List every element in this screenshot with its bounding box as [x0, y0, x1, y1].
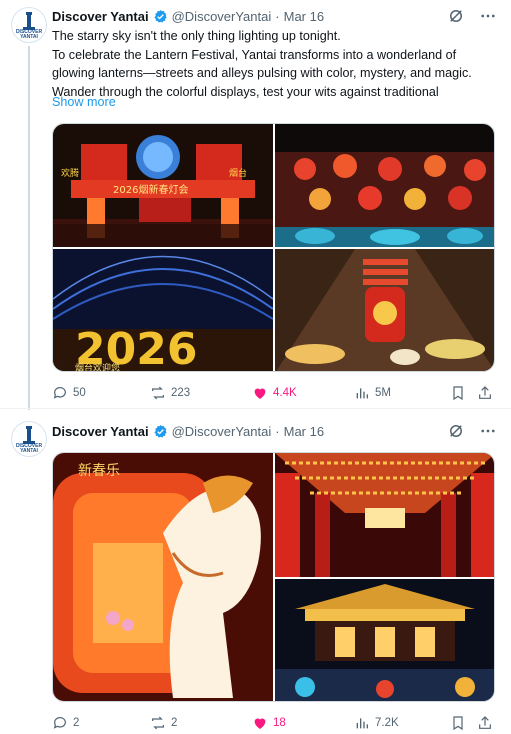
grok-icon[interactable]: [447, 422, 465, 440]
show-more-link[interactable]: Show more: [52, 95, 116, 109]
media-grid: 欢腾 烟台 2026烟新春灯会 2026 烟台欢迎您: [52, 123, 495, 372]
text-line: To celebrate the Lantern Festival, Yanta…: [52, 47, 457, 62]
reply-count: 50: [73, 387, 86, 399]
bookmark-button[interactable]: [450, 713, 466, 733]
photo-lantern-corridor[interactable]: [275, 453, 494, 577]
repost-button[interactable]: 2: [150, 713, 177, 733]
display-name[interactable]: Discover Yantai: [52, 9, 149, 24]
timestamp[interactable]: Mar 16: [284, 9, 324, 24]
year-subtitle: 烟台欢迎您: [75, 362, 120, 372]
text-line: glowing lanterns—streets and alleys puls…: [52, 66, 472, 80]
reply-icon: [53, 387, 66, 399]
action-bar: 50 223 4.4K 5M: [52, 383, 495, 403]
like-button[interactable]: 18: [252, 713, 286, 733]
like-count: 4.4K: [273, 387, 297, 399]
text-line: The starry sky isn't the only thing ligh…: [52, 29, 341, 43]
like-button[interactable]: 4.4K: [252, 383, 297, 403]
repost-icon: [152, 386, 164, 400]
share-icon: [479, 716, 491, 729]
bookmark-icon: [453, 386, 463, 401]
handle[interactable]: @DiscoverYantai: [172, 9, 272, 24]
like-icon: [254, 718, 266, 729]
bookmark-button[interactable]: [450, 383, 466, 403]
view-count: 7.2K: [375, 717, 399, 729]
gate-right-sign: 烟台: [229, 167, 247, 179]
grok-icon[interactable]: [447, 7, 465, 25]
views-icon: [356, 718, 368, 729]
media-grid: 新春乐: [52, 452, 495, 702]
display-name[interactable]: Discover Yantai: [52, 424, 149, 439]
photo-horse-lantern[interactable]: 新春乐: [53, 453, 273, 701]
avatar-text: YANTAI: [20, 34, 38, 40]
tweet[interactable]: DISCOVER YANTAI Discover Yantai @Discove…: [0, 408, 511, 734]
action-bar: 2 2 18 7.2K: [52, 713, 495, 733]
share-button[interactable]: [477, 383, 493, 403]
like-icon: [254, 388, 266, 399]
verified-badge-icon: [153, 9, 167, 23]
separator: ·: [275, 423, 280, 439]
photo-2026-lanterns[interactable]: 2026 烟台欢迎您: [53, 249, 273, 372]
more-icon[interactable]: [479, 422, 497, 440]
header-icons: [447, 421, 497, 441]
photo-lantern-wall[interactable]: [275, 124, 494, 247]
bookmark-icon: [453, 716, 463, 731]
share-icon: [479, 386, 491, 399]
avatar[interactable]: DISCOVER YANTAI: [11, 421, 47, 457]
tweet[interactable]: DISCOVER YANTAI Discover Yantai @Discove…: [0, 0, 511, 410]
reply-count: 2: [73, 717, 80, 729]
photo-lantern-street[interactable]: [275, 249, 494, 371]
views-icon: [356, 388, 368, 399]
handle[interactable]: @DiscoverYantai: [172, 424, 272, 439]
text-line: Wander through the colorful displays, te…: [52, 84, 439, 99]
tweet-header: Discover Yantai @DiscoverYantai · Mar 16: [52, 6, 324, 26]
horse-banner: 新春乐: [78, 463, 120, 479]
share-button[interactable]: [477, 713, 493, 733]
more-icon[interactable]: [479, 7, 497, 25]
view-count: 5M: [375, 387, 391, 399]
reply-button[interactable]: 50: [52, 383, 86, 403]
reply-button[interactable]: 2: [52, 713, 79, 733]
thread-line: [28, 46, 30, 410]
gate-banner: 2026烟新春灯会: [113, 183, 188, 196]
repost-icon: [152, 716, 164, 730]
photo-pavilion-night[interactable]: [275, 579, 494, 701]
views-button[interactable]: 5M: [354, 383, 391, 403]
header-icons: [447, 6, 497, 26]
repost-button[interactable]: 223: [150, 383, 190, 403]
repost-count: 223: [171, 387, 191, 399]
gate-left-sign: 欢腾: [61, 167, 79, 179]
tweet-header: Discover Yantai @DiscoverYantai · Mar 16: [52, 421, 324, 441]
views-button[interactable]: 7.2K: [354, 713, 399, 733]
separator: ·: [275, 8, 280, 24]
photo-lantern-gate[interactable]: 欢腾 烟台 2026烟新春灯会: [53, 124, 273, 247]
avatar-text: YANTAI: [20, 448, 38, 454]
reply-icon: [53, 717, 66, 729]
timestamp[interactable]: Mar 16: [284, 424, 324, 439]
tweet-text: The starry sky isn't the only thing ligh…: [52, 27, 497, 101]
like-count: 18: [273, 717, 286, 729]
repost-count: 2: [171, 717, 178, 729]
verified-badge-icon: [153, 424, 167, 438]
avatar[interactable]: DISCOVER YANTAI: [11, 7, 47, 43]
